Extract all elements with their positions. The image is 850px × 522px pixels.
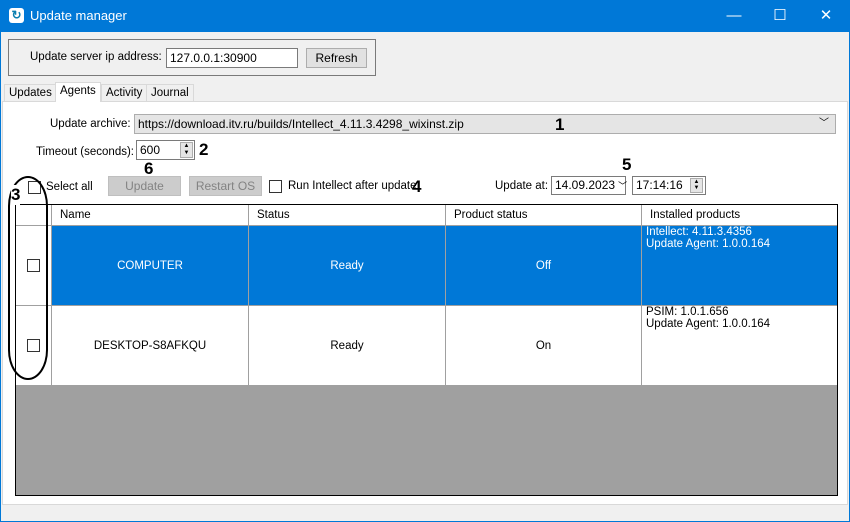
chevron-down-icon: ﹀: [618, 181, 628, 191]
window-title: Update manager: [30, 8, 127, 23]
select-all-label: Select all: [46, 181, 93, 193]
server-ip-input[interactable]: 127.0.0.1:30900: [166, 48, 298, 68]
run-after-update-label: Run Intellect after update: [288, 180, 417, 192]
update-button[interactable]: Update: [108, 176, 181, 196]
run-after-update-checkbox[interactable]: [269, 180, 282, 193]
header-name[interactable]: Name: [52, 205, 249, 226]
archive-combobox[interactable]: https://download.itv.ru/builds/Intellect…: [134, 114, 836, 134]
timeout-spinner[interactable]: ▲ ▼: [180, 142, 193, 158]
agents-grid: Name Status Product status Installed pro…: [15, 204, 838, 496]
app-icon: ↻: [9, 8, 24, 23]
annotation-4: 4: [412, 177, 422, 196]
product-status-cell: On: [446, 306, 642, 386]
update-at-label: Update at:: [495, 180, 549, 192]
annotation-3: 3: [11, 185, 21, 205]
product-status-cell: Off: [446, 226, 642, 306]
tab-journal[interactable]: Journal: [146, 84, 194, 102]
annotation-5: 5: [622, 155, 632, 174]
date-value: 14.09.2023: [555, 178, 616, 192]
status-cell: Ready: [249, 306, 446, 386]
installed-line: PSIM: 1.0.1.656: [646, 306, 729, 318]
header-product-status[interactable]: Product status: [446, 205, 642, 226]
installed-line: Intellect: 4.11.3.4356: [646, 226, 752, 238]
annotation-ellipse: [8, 176, 48, 380]
maximize-button[interactable]: ☐: [757, 0, 803, 32]
restart-os-button[interactable]: Restart OS: [189, 176, 262, 196]
title-bar: ↻ Update manager — ☐ ✕: [0, 0, 850, 32]
header-installed[interactable]: Installed products: [642, 205, 837, 226]
annotation-1: 1: [555, 115, 565, 134]
installed-line: Update Agent: 1.0.0.164: [646, 238, 771, 250]
table-row[interactable]: COMPUTER Ready Off Intellect: 4.11.3.435…: [16, 226, 837, 306]
server-label: Update server ip address:: [30, 51, 162, 63]
archive-value: https://download.itv.ru/builds/Intellect…: [138, 117, 464, 131]
installed-cell: PSIM: 1.0.1.656 Update Agent: 1.0.0.164: [642, 306, 837, 386]
close-button[interactable]: ✕: [803, 0, 849, 32]
date-picker[interactable]: 14.09.2023 ﹀: [551, 176, 628, 195]
installed-cell: Intellect: 4.11.3.4356 Update Agent: 1.0.…: [642, 226, 837, 306]
name-cell: DESKTOP-S8AFKQU: [52, 306, 249, 386]
minimize-button[interactable]: —: [711, 0, 757, 32]
table-row[interactable]: DESKTOP-S8AFKQU Ready On PSIM: 1.0.1.656…: [16, 306, 837, 386]
name-cell: COMPUTER: [52, 226, 249, 306]
tab-agents[interactable]: Agents: [55, 82, 101, 102]
time-spinner[interactable]: ▲ ▼: [690, 178, 703, 193]
installed-line: Update Agent: 1.0.0.164: [646, 318, 771, 330]
annotation-2: 2: [199, 140, 209, 159]
header-status[interactable]: Status: [249, 205, 446, 226]
status-cell: Ready: [249, 226, 446, 306]
timeout-label: Timeout (seconds):: [36, 146, 134, 158]
archive-label: Update archive:: [50, 118, 131, 130]
tab-updates[interactable]: Updates: [4, 84, 57, 102]
chevron-down-icon: ﹀: [819, 118, 829, 129]
refresh-button[interactable]: Refresh: [306, 48, 367, 68]
tab-activity[interactable]: Activity: [101, 84, 148, 102]
